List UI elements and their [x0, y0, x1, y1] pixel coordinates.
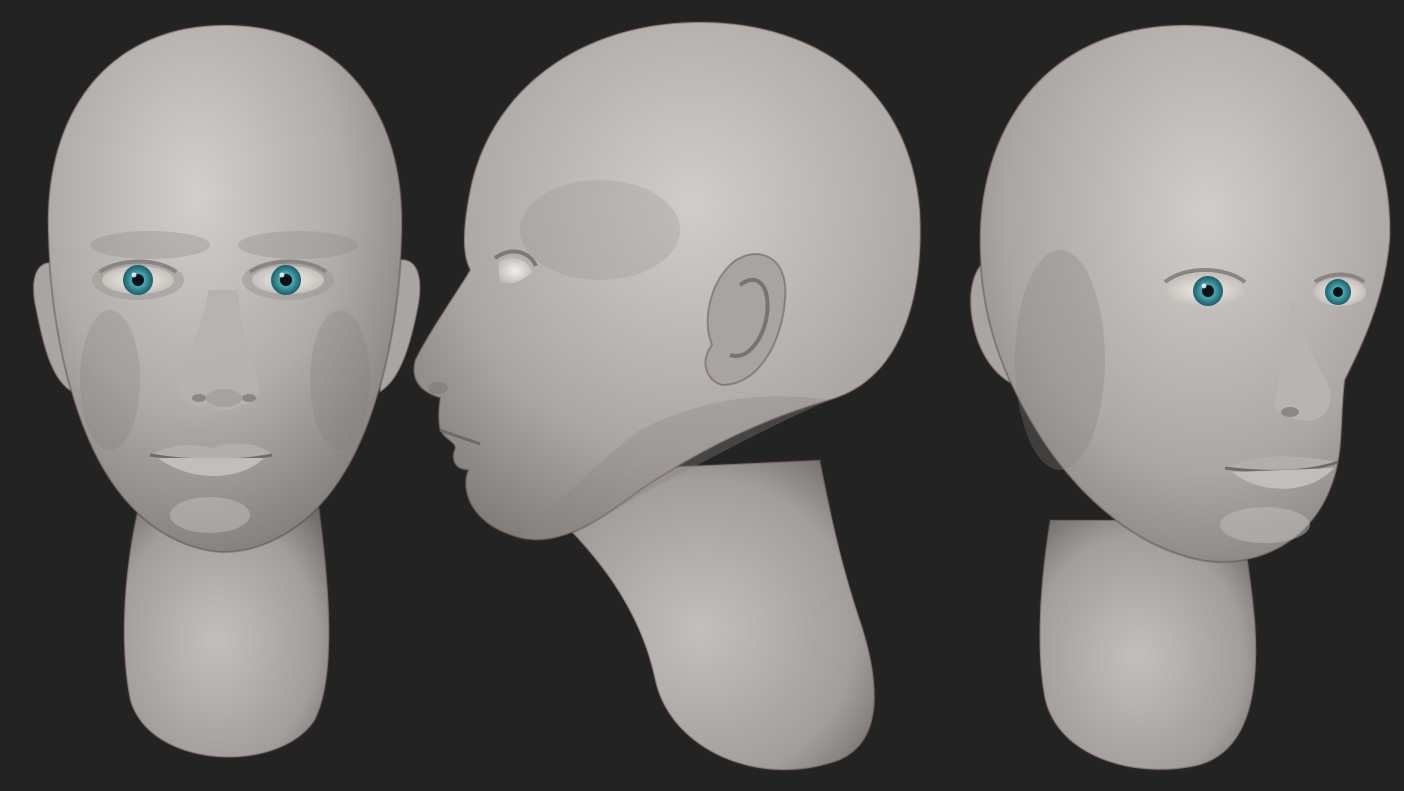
- sculpt-viewport: [0, 0, 1404, 791]
- three-quarter-eye-right: [1313, 272, 1366, 306]
- three-quarter-eye-left: [1163, 268, 1247, 306]
- head-sculpt-render: [0, 0, 1404, 791]
